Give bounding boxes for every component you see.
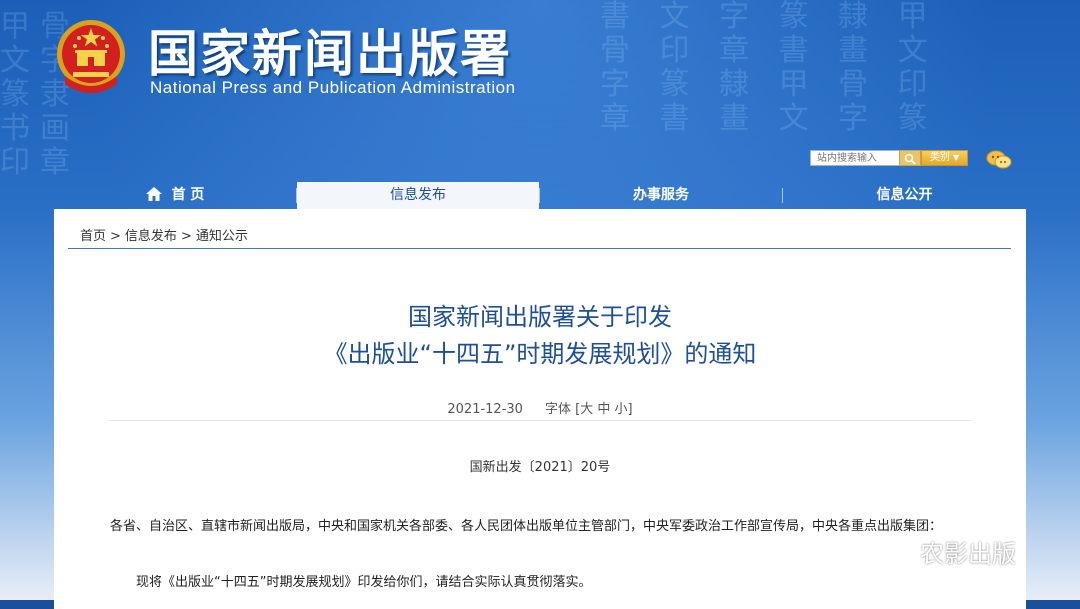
chat-icon[interactable] [986, 150, 1012, 170]
nav-item-label: 首 页 [171, 187, 205, 203]
font-size-label: 字体 [544, 402, 571, 417]
national-emblem-icon [57, 20, 125, 93]
article-title-line2: 《出版业“十四五”时期发展规划》的通知 [323, 340, 757, 368]
nav-item-label: 信息公开 [876, 187, 933, 203]
category-label: 类别 [929, 152, 950, 163]
nav-item-label: 办事服务 [633, 187, 689, 203]
nav-item-label: 信息发布 [390, 187, 446, 203]
font-size-small-button[interactable]: 小 [615, 402, 628, 417]
nav-item-services[interactable]: 办事服务 [540, 182, 782, 209]
article-meta: 2021-12-30 字体 [大 中 小] [54, 398, 1026, 417]
calligraphy-pattern-right: 書 文 字 篆 隸 甲 骨 印 章 書 畫 文 字 篆 隸 甲 骨 印 章 書 … [600, 0, 938, 136]
watermark-text: 农影出版 [920, 540, 1016, 568]
meta-divider [109, 420, 971, 421]
breadcrumb-separator: > [180, 229, 192, 244]
search-icon [904, 153, 916, 165]
chevron-down-icon: ▼ [953, 153, 960, 162]
body-paragraph: 现将《出版业“十四五”时期发展规划》印发给你们，请结合实际认真贯彻落实。 [136, 575, 592, 590]
nav-item-home[interactable]: 首 页 [54, 182, 296, 209]
recipients-paragraph: 各省、自治区、直辖市新闻出版局，中央和国家机关各部委、各人民团体出版单位主管部门… [110, 519, 943, 534]
article-title-line1: 国家新闻出版署关于印发 [408, 303, 672, 331]
site-subtitle: National Press and Publication Administr… [150, 78, 516, 97]
category-dropdown[interactable]: 类别 ▼ [921, 150, 968, 166]
nav-item-info-disclosure[interactable]: 信息公开 [783, 182, 1026, 209]
font-size-large-button[interactable]: 大 [580, 402, 593, 417]
home-icon [145, 187, 162, 201]
breadcrumb: 首页 > 信息发布 > 通知公示 [80, 225, 248, 244]
nav-item-info-release[interactable]: 信息发布 [297, 182, 539, 209]
document-number: 国新出发〔2021〕20号 [469, 460, 611, 475]
bracket: ] [627, 402, 633, 417]
site-title: 国家新闻出版署 [148, 25, 512, 83]
search-input[interactable]: 站内搜索输入 [810, 150, 900, 166]
publish-date: 2021-12-30 [447, 402, 523, 417]
breadcrumb-divider [68, 248, 1011, 249]
wechat-icon [886, 541, 915, 564]
breadcrumb-current-link[interactable]: 通知公示 [196, 229, 248, 244]
breadcrumb-section-link[interactable]: 信息发布 [125, 229, 177, 244]
content-panel: 首页 > 信息发布 > 通知公示 国家新闻出版署关于印发 《出版业“十四五”时期发展规划… [54, 209, 1026, 609]
main-nav: 首 页 信息发布 办事服务 信息公开 [54, 182, 1026, 209]
font-size-medium-button[interactable]: 中 [597, 402, 610, 417]
breadcrumb-home-link[interactable]: 首页 [80, 229, 106, 244]
search-button[interactable] [899, 150, 921, 166]
breadcrumb-separator: > [110, 229, 121, 244]
